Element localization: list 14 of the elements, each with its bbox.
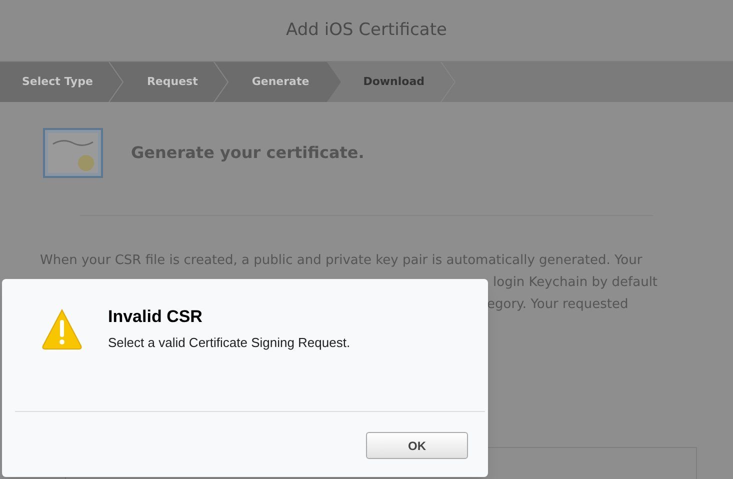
window-title: Add iOS Certificate — [286, 18, 447, 42]
step-label: Download — [362, 74, 426, 90]
body-text: egory. Your requested — [487, 297, 628, 312]
certificate-icon — [43, 128, 103, 178]
step-label: Generate — [250, 74, 310, 90]
body-text: When your CSR file is created, a public and private key pair is automatically generated. Your — [40, 252, 642, 270]
step-label: Select Type — [21, 74, 94, 90]
ok-button[interactable]: OK — [366, 432, 468, 459]
warning-icon — [41, 308, 83, 351]
dialog-title: Invalid CSR — [108, 306, 204, 328]
section-heading: Generate your certificate. — [131, 142, 364, 164]
dialog-message: Select a valid Certificate Signing Request. — [108, 334, 350, 352]
body-text: login Keychain by default — [493, 275, 658, 290]
step-label: Request — [146, 74, 199, 90]
